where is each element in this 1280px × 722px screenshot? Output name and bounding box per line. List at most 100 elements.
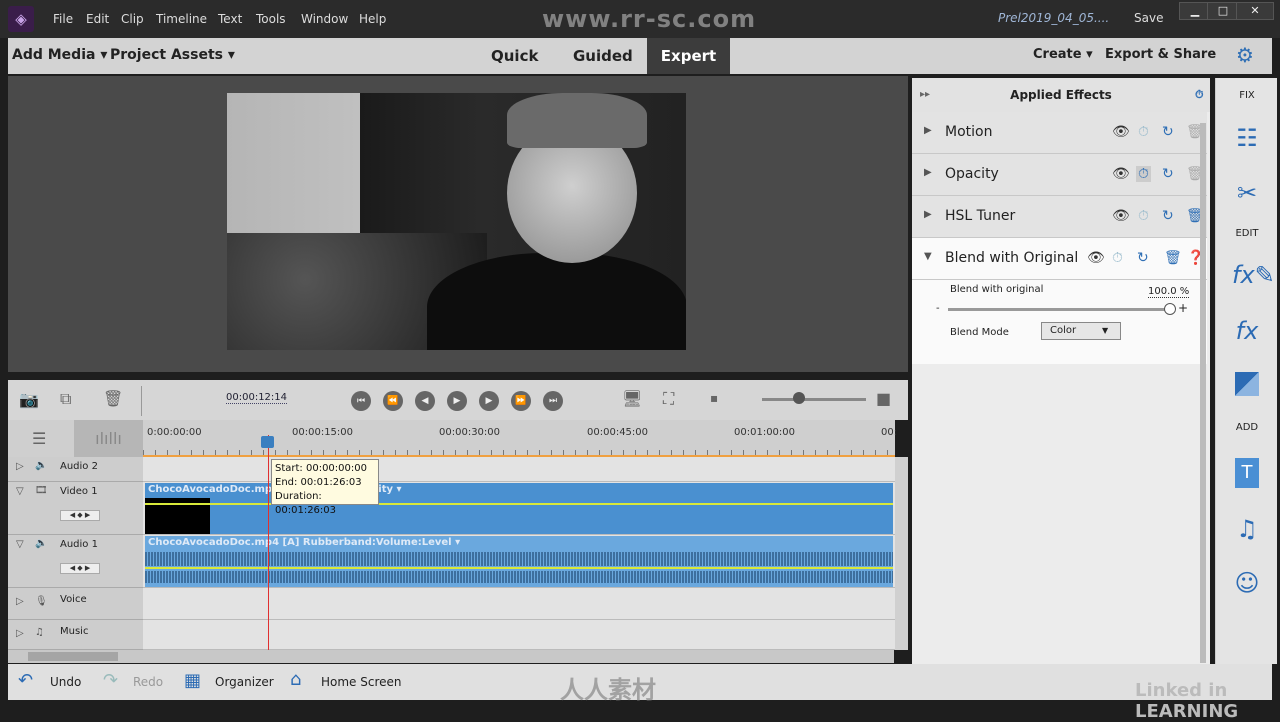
edit-label: EDIT	[1235, 228, 1259, 239]
main-toolbar: Add Media ▾ Project Assets ▾ Quick Guide…	[8, 38, 1272, 74]
ruler-label: 00:00:15:00	[292, 427, 354, 438]
zoom-slider[interactable]	[762, 398, 866, 401]
save-button[interactable]: Save	[1134, 11, 1163, 25]
transitions-icon[interactable]	[1235, 372, 1259, 396]
trash-icon[interactable]: 🗑	[103, 389, 123, 408]
graphics-icon[interactable]: ☺	[1232, 568, 1262, 598]
go-to-start-button[interactable]: ⏮	[351, 391, 371, 411]
video-clip[interactable]: ChocoAvocadoDoc.mp4 [V] Opacity:Opacity …	[145, 483, 893, 534]
effects-icon[interactable]: fx	[1232, 316, 1262, 346]
playhead-handle[interactable]	[261, 436, 274, 448]
audio-meter-icon[interactable]: ılıllı	[74, 420, 143, 457]
go-to-end-button[interactable]: ⏭	[543, 391, 563, 411]
keyframe-nav[interactable]: ◀ ◆ ▶	[60, 510, 100, 521]
menu-timeline[interactable]: Timeline	[156, 12, 207, 26]
titles-icon[interactable]: T	[1235, 458, 1259, 488]
rewind-button[interactable]: ⏪	[383, 391, 403, 411]
lane-music[interactable]	[143, 620, 895, 650]
video-preview	[227, 93, 686, 350]
project-assets-menu[interactable]: Project Assets ▾	[110, 47, 235, 63]
step-back-button[interactable]: ◀	[415, 391, 435, 411]
stopwatch-icon[interactable]: ⏱	[1195, 78, 1204, 112]
add-media-menu[interactable]: Add Media ▾	[12, 47, 107, 63]
fast-forward-button[interactable]: ⏩	[511, 391, 531, 411]
fix-label: FIX	[1239, 90, 1255, 101]
organizer-icon[interactable]: ▦	[184, 670, 201, 691]
blend-slider[interactable]	[948, 308, 1170, 311]
menu-clip[interactable]: Clip	[121, 12, 144, 26]
zoom-out-icon[interactable]: ▪	[710, 391, 718, 405]
watermark-logo: 人人素材	[560, 676, 656, 704]
track-audio-1[interactable]: ▽ 🔈 Audio 1 ◀ ◆ ▶	[8, 535, 143, 588]
redo-icon[interactable]: ↷	[103, 670, 118, 691]
blend-mode-select[interactable]: Color ▼	[1041, 322, 1121, 340]
ruler-label: 00:01:00:00	[734, 427, 796, 438]
track-voice[interactable]: ▷ 🎙 Voice	[8, 588, 143, 620]
home-icon[interactable]: ⌂	[290, 669, 301, 690]
render-settings-icon[interactable]: 🖥	[622, 389, 642, 408]
panel-scrollbar[interactable]	[1200, 123, 1206, 663]
timecode[interactable]: 00:00:12:14	[226, 392, 288, 404]
menu-window[interactable]: Window	[301, 12, 348, 26]
applied-effects-icon[interactable]: fx✎	[1232, 260, 1275, 290]
tab-quick[interactable]: Quick	[491, 47, 538, 65]
timeline-vertical-scrollbar[interactable]	[895, 457, 908, 650]
menu-help[interactable]: Help	[359, 12, 386, 26]
effect-blend-with-original[interactable]: ▼ Blend with Original 👁 ⏱ ↻ 🗑 ❓	[912, 238, 1207, 280]
effect-opacity[interactable]: ▶ Opacity 👁 ⏱ ↻ 🗑	[912, 154, 1207, 196]
undo-icon[interactable]: ↶	[18, 670, 33, 691]
menu-edit[interactable]: Edit	[86, 12, 109, 26]
tab-guided[interactable]: Guided	[573, 47, 633, 65]
close-button[interactable]: ✕	[1236, 2, 1274, 20]
app-logo-icon: ◈	[8, 6, 34, 32]
fullscreen-icon[interactable]: ⛶	[663, 389, 674, 409]
blend-mode-label: Blend Mode	[950, 327, 1009, 338]
watermark: www.rr-sc.com	[542, 5, 757, 33]
organizer-button[interactable]: Organizer	[215, 675, 274, 689]
camera-icon[interactable]: 📷	[19, 390, 39, 409]
effect-motion[interactable]: ▶ Motion 👁 ⏱ ↻ 🗑	[912, 112, 1207, 154]
collapse-panel-icon[interactable]: ▸▸	[920, 78, 930, 112]
timeline-controls: 📷 ⧉ 🗑 00:00:12:14 ⏮ ⏪ ◀ ▶ ▶ ⏩ ⏭ 🖥 ⛶ ▪ ■	[8, 380, 908, 420]
gear-icon[interactable]: ⚙	[1236, 43, 1254, 67]
zoom-slider-thumb[interactable]	[793, 392, 805, 404]
keyframe-nav[interactable]: ◀ ◆ ▶	[60, 563, 100, 574]
undo-button[interactable]: Undo	[50, 675, 81, 689]
time-ruler[interactable]: 0:00:00:00 00:00:15:00 00:00:30:00 00:00…	[143, 420, 898, 457]
track-music[interactable]: ▷ ♫ Music	[8, 620, 143, 650]
export-share-menu[interactable]: Export & Share	[1105, 47, 1216, 62]
track-video-1[interactable]: ▽ 🎞 Video 1 ◀ ◆ ▶	[8, 482, 143, 535]
blend-label: Blend with original	[950, 284, 1044, 295]
redo-button[interactable]: Redo	[133, 675, 163, 689]
blend-value[interactable]: 100.0 %	[1148, 286, 1190, 298]
ruler-label: 00:	[881, 427, 898, 438]
menu-text[interactable]: Text	[218, 12, 242, 26]
home-screen-button[interactable]: Home Screen	[321, 675, 402, 689]
track-audio-2[interactable]: ▷ 🔈 Audio 2	[8, 457, 143, 482]
render-icon[interactable]: ⧉	[60, 389, 71, 409]
blend-slider-thumb[interactable]	[1164, 303, 1176, 315]
audio-clip[interactable]: ChocoAvocadoDoc.mp4 [A] Rubberband:Volum…	[145, 536, 893, 587]
ruler-label: 0:00:00:00	[147, 427, 202, 438]
zoom-in-icon[interactable]: ■	[876, 389, 891, 408]
menu-file[interactable]: File	[53, 12, 73, 26]
lane-voice[interactable]	[143, 588, 895, 620]
playhead[interactable]	[268, 435, 269, 650]
tools-sidebar: FIX ☷ ✂ EDIT fx✎ fx ADD T ♫ ☺	[1215, 78, 1277, 664]
music-icon[interactable]: ♫	[1232, 514, 1262, 544]
adjust-icon[interactable]: ☷	[1232, 123, 1262, 153]
tools-icon[interactable]: ✂	[1232, 178, 1262, 208]
step-forward-button[interactable]: ▶	[479, 391, 499, 411]
maximize-button[interactable]: □	[1207, 2, 1239, 20]
blend-settings: Blend with original 100.0 % - + Blend Mo…	[912, 280, 1207, 364]
menu-tools[interactable]: Tools	[256, 12, 286, 26]
tab-expert[interactable]: Expert	[647, 38, 730, 74]
effect-hsl-tuner[interactable]: ▶ HSL Tuner 👁 ⏱ ↻ 🗑	[912, 196, 1207, 238]
track-settings-icon[interactable]: ☰	[32, 429, 46, 448]
create-menu[interactable]: Create ▾	[1033, 47, 1093, 62]
timeline-horizontal-scrollbar[interactable]	[8, 650, 894, 663]
ruler-header: ☰ ılıllı	[8, 420, 143, 457]
project-name: Prel2019_04_05....	[998, 11, 1110, 25]
lane-audio-2[interactable]	[143, 457, 895, 482]
play-button[interactable]: ▶	[447, 391, 467, 411]
